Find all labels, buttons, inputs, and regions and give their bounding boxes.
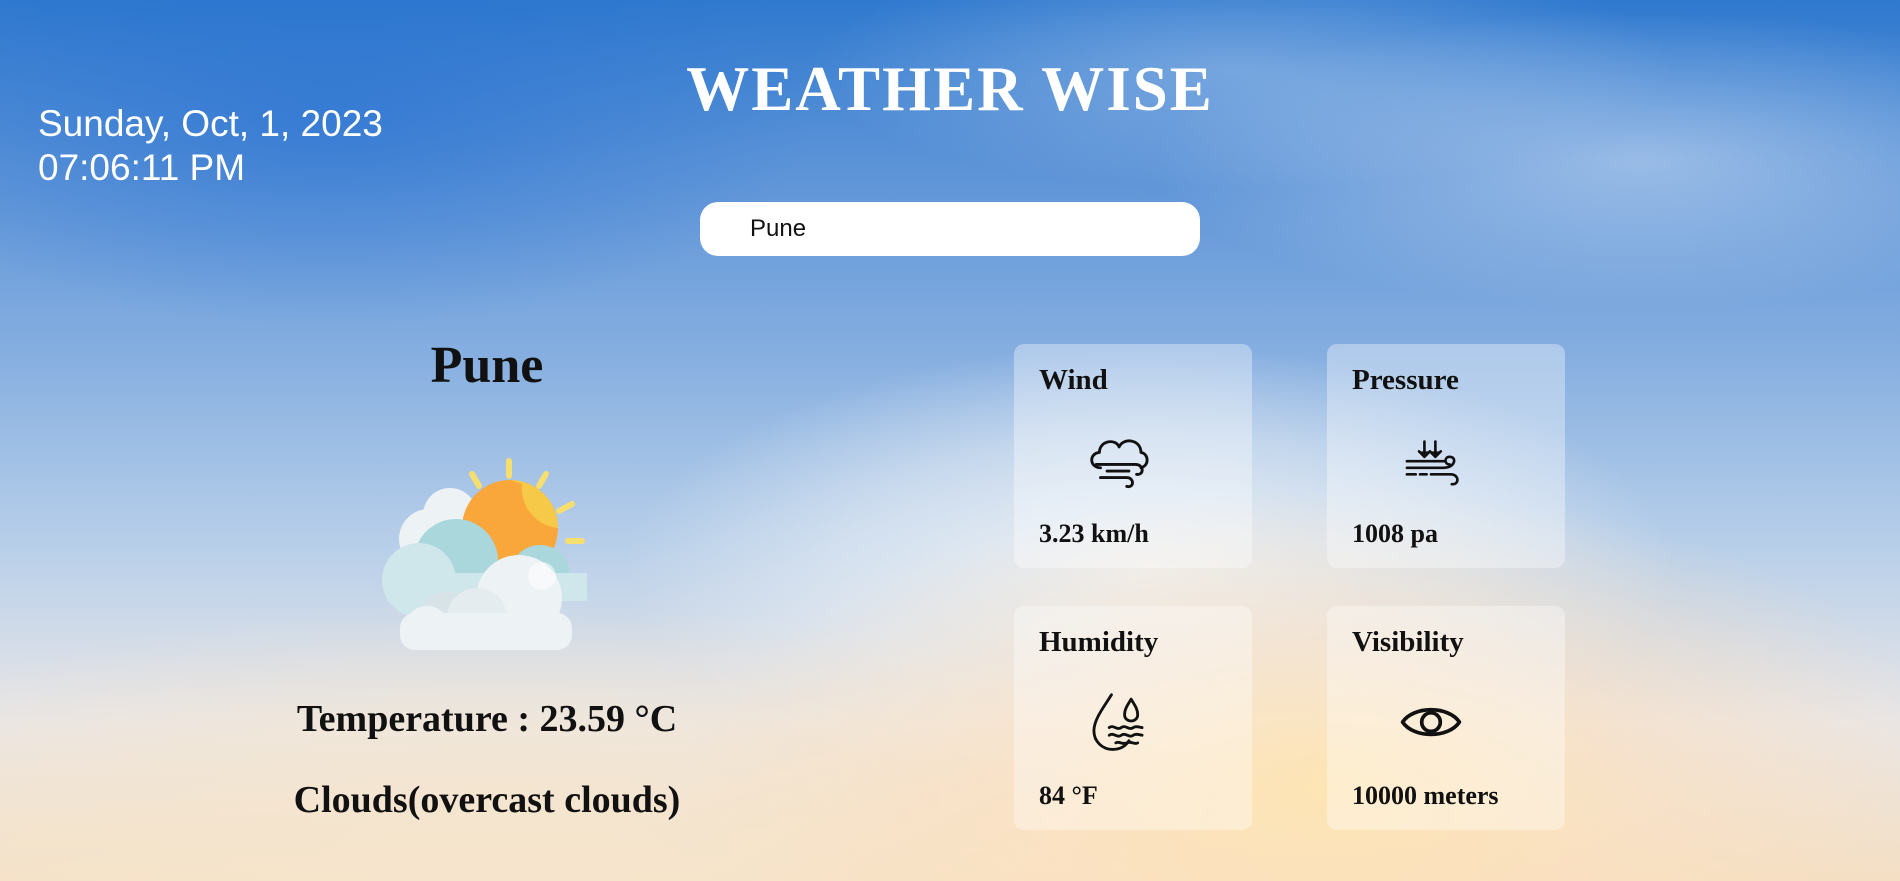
datetime-display: Sunday, Oct, 1, 2023 07:06:11 PM [38, 102, 383, 190]
pressure-value: 1008 pa [1352, 519, 1438, 548]
wind-value: 3.23 km/h [1039, 519, 1149, 548]
wind-label: Wind [1039, 364, 1108, 396]
eye-icon [1400, 708, 1462, 737]
current-date: Sunday, Oct, 1, 2023 [38, 103, 383, 144]
wind-cloud-icon [1090, 439, 1149, 489]
pressure-card: Pressure 1008 pa [1327, 344, 1565, 568]
city-search-input[interactable] [700, 202, 1200, 256]
pressure-label: Pressure [1352, 364, 1459, 396]
city-name: Pune [430, 337, 544, 394]
wind-card: Wind 3.23 km/h [1014, 344, 1252, 568]
partly-cloudy-sun-icon [382, 458, 587, 650]
pressure-icon [1405, 440, 1459, 486]
weather-description: Clouds(overcast clouds) [293, 779, 681, 821]
humidity-label: Humidity [1039, 626, 1159, 658]
visibility-card: Visibility 10000 meters [1327, 606, 1565, 830]
humidity-card: Humidity 84 °F [1014, 606, 1252, 830]
visibility-label: Visibility [1352, 626, 1464, 658]
visibility-value: 10000 meters [1352, 781, 1499, 810]
humidity-icon [1092, 693, 1144, 751]
humidity-value: 84 °F [1039, 781, 1098, 810]
temperature-text: Temperature : 23.59 °C [296, 698, 678, 740]
current-time: 07:06:11 PM [38, 147, 246, 188]
